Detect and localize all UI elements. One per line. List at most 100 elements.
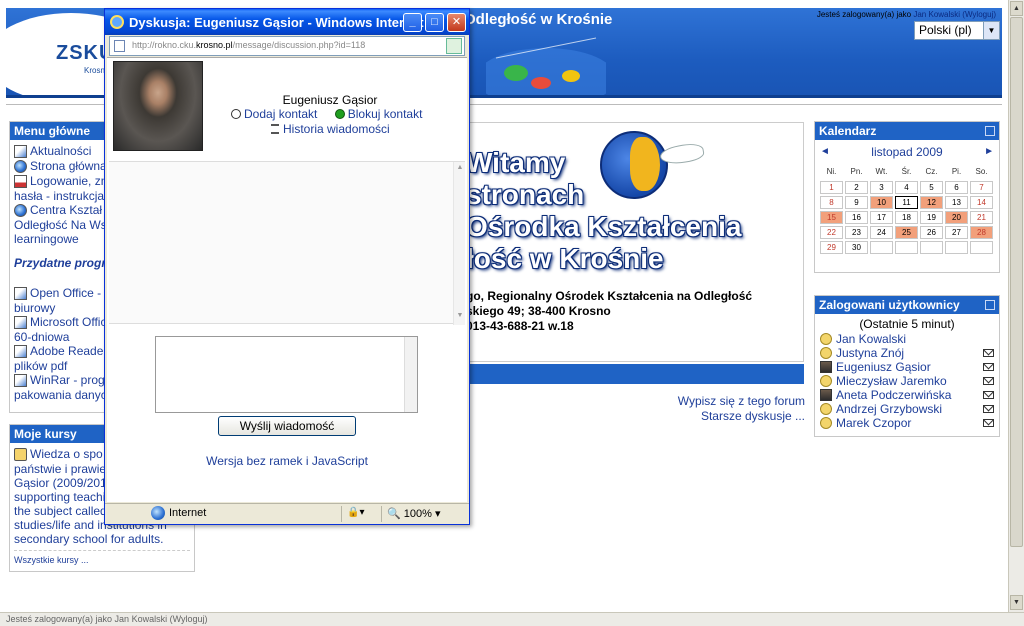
online-user-name[interactable]: Aneta Podczerwińska: [836, 388, 983, 402]
zoom-control[interactable]: 🔍 100% ▾: [387, 507, 440, 520]
calendar-day[interactable]: 25: [895, 226, 918, 239]
scroll-down-icon[interactable]: ▼: [1010, 595, 1023, 610]
calendar-day[interactable]: 9: [845, 196, 868, 209]
course-line[interactable]: państwie i prawie: [14, 462, 106, 476]
calendar-day[interactable]: 4: [895, 181, 918, 194]
page-vertical-scrollbar[interactable]: ▲ ▼: [1008, 0, 1024, 612]
collapse-icon[interactable]: [985, 300, 995, 310]
login-user-link[interactable]: Jan Kowalski: [913, 10, 960, 19]
calendar-day[interactable]: 16: [845, 211, 868, 224]
useful-item-label[interactable]: Open Office -: [30, 286, 101, 300]
close-button[interactable]: ✕: [447, 13, 466, 32]
course-line[interactable]: secondary school for adults.: [14, 532, 163, 546]
history-link[interactable]: Historia wiadomości: [283, 122, 390, 136]
course-line[interactable]: the subject called: [14, 504, 107, 518]
calendar-day[interactable]: 23: [845, 226, 868, 239]
online-user-name[interactable]: Marek Czopor: [836, 416, 983, 430]
menu-item-label[interactable]: Strona główna: [30, 159, 107, 173]
calendar-day[interactable]: 8: [820, 196, 843, 209]
doc-icon: [14, 374, 27, 387]
online-user-name[interactable]: Mieczysław Jaremko: [836, 374, 983, 388]
send-message-button[interactable]: Wyślij wiadomość: [218, 416, 356, 436]
useful-item-label-line2[interactable]: plików pdf: [14, 359, 67, 373]
calendar-day[interactable]: 14: [970, 196, 993, 209]
menu-item-label-line2[interactable]: Odległość Na Ws: [14, 218, 107, 232]
language-select[interactable]: Polski (pl) ▼: [914, 21, 1000, 40]
calendar-day[interactable]: 26: [920, 226, 943, 239]
menu-item-label-line3[interactable]: learningowe: [14, 232, 79, 246]
message-input-scrollbar[interactable]: [404, 337, 417, 412]
calendar-day[interactable]: 17: [870, 211, 893, 224]
online-user-name[interactable]: Andrzej Grzybowski: [836, 402, 983, 416]
useful-item-label[interactable]: Adobe Reader: [30, 344, 107, 358]
minimize-button[interactable]: _: [403, 13, 422, 32]
calendar-day[interactable]: 30: [845, 241, 868, 254]
calendar-day[interactable]: 29: [820, 241, 843, 254]
calendar-day[interactable]: 15: [820, 211, 843, 224]
calendar-day[interactable]: 18: [895, 211, 918, 224]
address-bar[interactable]: http://rokno.cku.krosno.pl/message/discu…: [109, 36, 465, 56]
menu-item-label[interactable]: Centra Kształ: [30, 203, 102, 217]
calendar-day[interactable]: 10: [870, 196, 893, 209]
course-line[interactable]: supporting teachi: [14, 490, 105, 504]
refresh-icon[interactable]: [446, 38, 462, 54]
useful-item-label-line2[interactable]: 60-dniowa: [14, 330, 69, 344]
menu-item-label[interactable]: Aktualności: [30, 144, 91, 158]
scrollbar-thumb[interactable]: [1010, 17, 1023, 547]
course-line[interactable]: Gąsior (2009/201: [14, 476, 107, 490]
all-courses-link[interactable]: Wszystkie kursy ...: [14, 555, 89, 565]
url-path: /message/discussion.php?id=118: [232, 40, 366, 50]
calendar-day[interactable]: 24: [870, 226, 893, 239]
calendar-day[interactable]: 7: [970, 181, 993, 194]
noframes-link[interactable]: Wersja bez ramek i JavaScript: [206, 454, 368, 468]
calendar-day[interactable]: 11: [895, 196, 918, 209]
calendar-day[interactable]: 27: [945, 226, 968, 239]
protected-mode-icon[interactable]: 🔒▾: [347, 507, 364, 518]
calendar-day[interactable]: 3: [870, 181, 893, 194]
calendar-day[interactable]: 21: [970, 211, 993, 224]
calendar-day[interactable]: 20: [945, 211, 968, 224]
calendar-next-icon[interactable]: ►: [984, 145, 994, 159]
calendar-day[interactable]: 12: [920, 196, 943, 209]
chevron-down-icon[interactable]: ▼: [983, 22, 999, 39]
collapse-icon[interactable]: [985, 126, 995, 136]
menu-item-label-line2[interactable]: hasła - instrukcja: [14, 189, 104, 203]
useful-item-label-line2[interactable]: biurowy: [14, 301, 55, 315]
calendar-day[interactable]: 19: [920, 211, 943, 224]
menu-item-label[interactable]: Logowanie, zn: [30, 174, 107, 188]
send-message-icon[interactable]: [983, 419, 994, 427]
calendar-day[interactable]: 22: [820, 226, 843, 239]
maximize-button[interactable]: □: [425, 13, 444, 32]
message-input[interactable]: [155, 336, 418, 413]
online-user-name[interactable]: Justyna Znój: [836, 346, 983, 360]
useful-item-label[interactable]: WinRar - prog: [30, 373, 105, 387]
calendar-grid: Ni. Pn. Wt. Śr. Cz. Pi. So. 1 2 3 4 5 6 7 8 9 10 11 12 13 14…: [820, 165, 996, 254]
useful-item-label-line2[interactable]: pakowania danyc: [14, 388, 107, 402]
send-message-icon[interactable]: [983, 405, 994, 413]
add-contact-link[interactable]: Dodaj kontakt: [244, 107, 317, 121]
send-message-icon[interactable]: [983, 349, 994, 357]
calendar-day[interactable]: 1: [820, 181, 843, 194]
calendar-day[interactable]: 28: [970, 226, 993, 239]
scroll-up-icon[interactable]: ▲: [1010, 1, 1023, 16]
older-discussions-link[interactable]: Starsze dyskusje ...: [701, 409, 805, 423]
scroll-up-icon[interactable]: ▲: [455, 164, 465, 174]
calendar-day[interactable]: 6: [945, 181, 968, 194]
send-message-icon[interactable]: [983, 363, 994, 371]
calendar-prev-icon[interactable]: ◄: [820, 145, 830, 159]
useful-item-label[interactable]: Microsoft Offic: [30, 315, 106, 329]
calendar-day[interactable]: 13: [945, 196, 968, 209]
messages-scrollbar[interactable]: ▲ ▼: [453, 162, 465, 325]
logout-link[interactable]: (Wyloguj): [962, 10, 996, 19]
online-user-name[interactable]: Eugeniusz Gąsior: [836, 360, 983, 374]
unsubscribe-forum-link[interactable]: Wypisz się z tego forum: [678, 394, 805, 408]
course-line[interactable]: Wiedza o spo: [30, 447, 103, 461]
calendar-day[interactable]: 5: [920, 181, 943, 194]
online-user-name[interactable]: Jan Kowalski: [836, 332, 994, 346]
block-contact-link[interactable]: Blokuj kontakt: [348, 107, 423, 121]
calendar-day[interactable]: 2: [845, 181, 868, 194]
scroll-down-icon[interactable]: ▼: [455, 312, 465, 322]
send-message-icon[interactable]: [983, 391, 994, 399]
calendar-month[interactable]: listopad 2009: [871, 145, 942, 159]
send-message-icon[interactable]: [983, 377, 994, 385]
